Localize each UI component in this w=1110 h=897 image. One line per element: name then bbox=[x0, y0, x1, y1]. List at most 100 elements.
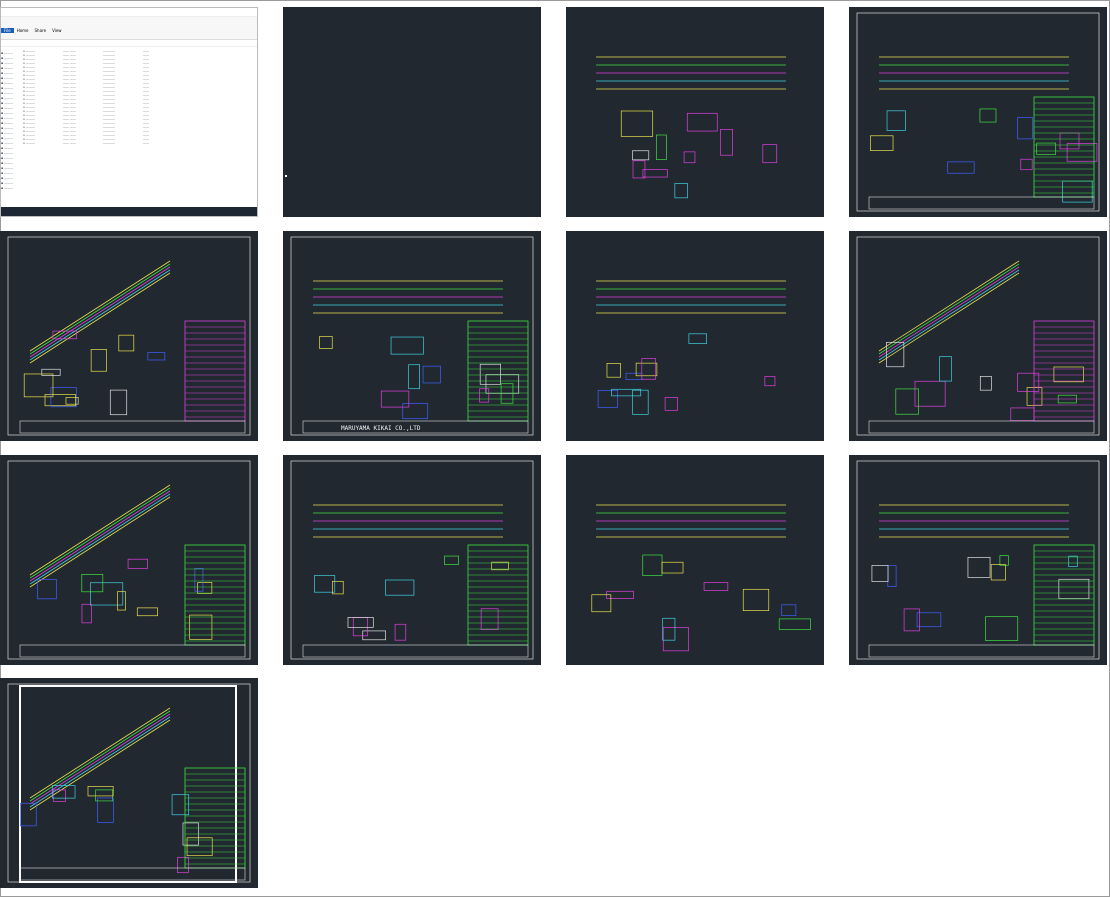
cad-drawing-preview bbox=[856, 460, 1100, 660]
detail-view bbox=[479, 388, 490, 403]
detail-view bbox=[662, 627, 689, 652]
detail-view bbox=[762, 144, 778, 164]
conveyor-line bbox=[29, 266, 171, 358]
thumbnail-blank-drawing[interactable] bbox=[283, 7, 541, 217]
detail-view bbox=[194, 568, 204, 592]
thumbnail-belt-conveyor-drawing[interactable]: MARUYAMA KIKAI CO.,LTD bbox=[283, 231, 541, 441]
detail-view bbox=[606, 363, 621, 378]
thumbnail-drawing-sheet-set[interactable] bbox=[849, 7, 1107, 217]
detail-view bbox=[688, 333, 707, 344]
detail-view bbox=[352, 617, 369, 637]
detail-view bbox=[90, 582, 124, 606]
detail-view bbox=[999, 555, 1009, 566]
file-row[interactable]: ▫ ——— —— —— ———— —— bbox=[23, 141, 257, 145]
detail-view bbox=[979, 108, 997, 123]
parts-list-table bbox=[1033, 320, 1095, 422]
detail-view bbox=[625, 372, 643, 380]
detail-view bbox=[147, 352, 166, 361]
detail-view bbox=[939, 356, 952, 382]
detail-view bbox=[186, 837, 213, 857]
detail-view bbox=[87, 786, 114, 797]
thumbnail-conveyor-front-side-views[interactable] bbox=[566, 7, 824, 217]
parts-list-table bbox=[1033, 544, 1095, 646]
conveyor-line bbox=[29, 713, 171, 805]
thumbnail-inclined-conveyor-framed[interactable] bbox=[0, 678, 258, 888]
conveyor-line bbox=[29, 490, 171, 582]
detail-view bbox=[664, 397, 678, 411]
parts-list-table bbox=[467, 544, 529, 646]
conveyor-line bbox=[878, 272, 1020, 364]
detail-view bbox=[390, 336, 424, 355]
cad-drawing-preview bbox=[856, 12, 1100, 212]
detail-view bbox=[979, 376, 992, 391]
detail-view bbox=[1026, 387, 1043, 406]
drawing-border bbox=[290, 236, 534, 436]
detail-view bbox=[362, 630, 386, 641]
detail-view bbox=[778, 618, 811, 630]
thumbnail-conveyor-plan-with-parts-list[interactable] bbox=[283, 455, 541, 665]
nav-pane: ▪ ——— ▪ ——— ▪ ——— ▪ ——— ▪ ——— ▪ ——— ▪ ——— ▪ ———… bbox=[1, 47, 23, 207]
thumbnail-inclined-conveyor-outline[interactable] bbox=[0, 455, 258, 665]
thumbnail-inclined-conveyor-assembly[interactable] bbox=[0, 231, 258, 441]
conveyor-line bbox=[29, 710, 171, 802]
detail-view bbox=[642, 169, 668, 178]
cad-drawing-preview bbox=[290, 460, 534, 660]
detail-view bbox=[177, 856, 189, 874]
detail-view bbox=[686, 112, 718, 132]
conveyor-line bbox=[29, 716, 171, 808]
detail-view bbox=[597, 389, 618, 408]
cad-drawing-preview bbox=[7, 236, 251, 436]
ribbon-tab[interactable]: Share bbox=[32, 28, 50, 33]
detail-view bbox=[1066, 143, 1098, 162]
detail-view bbox=[683, 151, 696, 164]
detail-view bbox=[985, 616, 1019, 641]
detail-view bbox=[742, 588, 770, 611]
drawing-border bbox=[7, 460, 251, 660]
ribbon-tab[interactable]: File bbox=[1, 28, 14, 33]
conveyor-line bbox=[878, 263, 1020, 355]
cad-drawing-preview bbox=[7, 460, 251, 660]
detail-view bbox=[591, 594, 612, 613]
parts-list-table bbox=[184, 544, 246, 646]
detail-view bbox=[97, 797, 114, 823]
detail-view bbox=[109, 389, 128, 416]
thumbnail-file-explorer[interactable]: File Home Share View ▪ ——— ▪ ——— ▪ ——— ▪ ——— ▪ —… bbox=[0, 7, 258, 217]
conveyor-line bbox=[29, 484, 171, 576]
detail-view bbox=[81, 603, 92, 624]
ribbon-tab[interactable]: View bbox=[49, 28, 65, 33]
detail-view bbox=[1058, 578, 1090, 599]
detail-view bbox=[408, 364, 420, 390]
detail-view bbox=[314, 575, 336, 593]
drawing-border bbox=[7, 236, 251, 436]
cad-drawing-preview bbox=[856, 236, 1100, 436]
detail-view bbox=[480, 608, 499, 630]
detail-view bbox=[720, 129, 733, 156]
title-block bbox=[19, 867, 246, 881]
address-bar[interactable] bbox=[1, 40, 257, 47]
conveyor-line bbox=[878, 266, 1020, 358]
detail-view bbox=[117, 591, 126, 611]
thumbnail-long-conveyor-drawing[interactable] bbox=[849, 455, 1107, 665]
title-block bbox=[868, 196, 1095, 210]
detail-view bbox=[641, 358, 656, 380]
thumbnail-inclined-conveyor-assembly[interactable] bbox=[849, 231, 1107, 441]
detail-view bbox=[764, 376, 776, 387]
detail-view bbox=[886, 110, 906, 131]
detail-view bbox=[171, 794, 190, 816]
conveyor-line bbox=[29, 707, 171, 799]
thumbnail-small-drawing-sheets[interactable] bbox=[566, 231, 824, 441]
detail-view bbox=[319, 336, 333, 349]
detail-view bbox=[781, 604, 797, 616]
conveyor-line bbox=[878, 269, 1020, 361]
detail-view bbox=[703, 582, 729, 591]
detail-view bbox=[655, 134, 667, 160]
file-list: ▫ ——— —— —— ———— —— ▫ ——— —— —— ———— —— ▫ ——— —— … bbox=[23, 47, 257, 207]
detail-view bbox=[1059, 132, 1080, 150]
title-block bbox=[302, 644, 529, 658]
nav-item[interactable]: ▪ ——— bbox=[1, 186, 23, 191]
thumbnail-small-drawing-sheets[interactable] bbox=[566, 455, 824, 665]
detail-view bbox=[41, 368, 61, 376]
ribbon-tab[interactable]: Home bbox=[14, 28, 32, 33]
cursor-dot bbox=[285, 175, 287, 177]
cad-drawing-preview bbox=[596, 56, 786, 199]
